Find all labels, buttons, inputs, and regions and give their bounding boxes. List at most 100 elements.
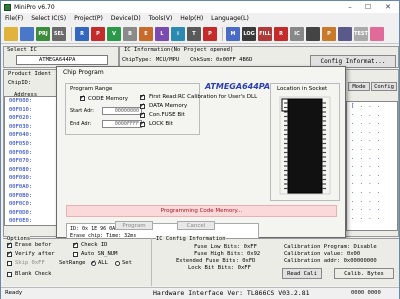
chip-type-value: MCU/MPU [156,57,180,63]
menu-select-ic[interactable]: Select IC(S) [31,15,66,22]
menu-file[interactable]: File(F) [5,15,23,22]
open-file-icon[interactable] [4,27,18,41]
select-chip-icon[interactable]: SEL [52,27,66,41]
auto-sn-checkbox[interactable] [73,252,78,257]
skip-ff-checkbox[interactable] [7,261,12,266]
p-icon-2[interactable]: P [322,27,336,41]
toolbar-separator [222,27,223,41]
save-file-icon[interactable] [20,27,34,41]
close-icon[interactable]: ✕ [377,1,399,13]
rc-calibration-checkbox[interactable] [140,93,145,100]
address-list[interactable]: 00F000: 00F010: 00F020: 00F030: 00F040: 00F05… [4,96,59,226]
address-row: 00F010: [9,106,33,113]
address-row: 00F0D0: [9,209,33,216]
menu-help[interactable]: Help(H) [180,15,203,22]
address-row: 00F000: [9,98,33,104]
status-left: Ready [5,290,23,296]
title-bar[interactable]: MiniPro v6.70 – ☐ ✕ [1,1,399,13]
read-cali-button[interactable]: Read Cali [282,268,322,279]
verify-after-checkbox[interactable] [7,250,12,257]
checksum-value: 0x00FF 4B6D [216,57,253,63]
lock-bit-checkbox[interactable] [140,120,145,127]
end-adr-field[interactable]: 0000FFFF [102,120,142,128]
address-row: 00F080: [9,166,33,173]
maximize-icon[interactable]: ☐ [359,1,377,13]
erase-before-checkbox[interactable] [7,241,12,248]
hex-row: . . . . [351,180,382,187]
edit-icon[interactable] [338,27,352,41]
log-icon[interactable]: LOG [242,27,256,41]
address-row: 00F060: [9,149,33,156]
menu-tools[interactable]: Tools(V) [149,15,173,22]
cake-icon[interactable] [370,27,384,41]
start-adr-field[interactable]: 00000000 [102,107,142,115]
calibration-program: Calibration Program: Disable [284,244,377,250]
hex-row: . . . . [351,163,382,170]
log-line: ID: 0x 1E 96 0A ....OK! [70,226,140,232]
test-btn-icon[interactable]: TEST [354,27,368,41]
check-id-checkbox[interactable] [73,241,78,248]
ic-info-panel: IC Information(No Project opened) ChipTy… [119,46,399,68]
menu-language[interactable]: Language(L) [211,15,249,22]
set-radio[interactable] [115,261,120,266]
hex-row: . . . . [351,171,382,178]
fuse-bit-label: Con.FUSE Bit [149,112,185,118]
address-row: 00F020: [9,115,33,122]
product-label: Product Ident [8,71,52,77]
hex-data-view[interactable]: [ . . .- . . .. . . .. . . .. . . .. . .… [346,101,398,231]
test-icon[interactable]: T [187,27,201,41]
ic-config-info-group: IC Config Information Fuse Low Bits: 0xF… [151,236,397,286]
hex-row: . . . . [351,197,382,204]
hex-row: . . . . [351,154,382,161]
fuse-bit-checkbox[interactable] [140,111,145,118]
auto-program-icon[interactable]: P [203,27,217,41]
select-ic-panel: Select IC ATMEGA644PA [3,46,119,68]
lock-bit-bits: Lock Bit Bits: 0xFF [188,265,251,271]
info-icon[interactable]: i [171,27,185,41]
config-button[interactable]: Config [371,82,397,91]
select-ic-label: Select IC [7,47,37,53]
address-row: 00F0B0: [9,192,33,199]
ic-info-heading: IC Information(No Project opened) [124,47,234,53]
erase-icon[interactable]: E [139,27,153,41]
fuse-low-bits: Fuse Low Bits: 0xFF [194,244,257,250]
address-row: 00F070: [9,158,33,165]
chip-icon[interactable] [306,27,320,41]
read-chip-icon[interactable]: R [75,27,89,41]
skip-ff-label: Skip 0xFF [15,260,45,266]
mode-button[interactable]: Mode [348,82,370,91]
minimize-icon[interactable]: – [341,1,359,13]
program-range-label: Program Range [70,86,113,92]
check-id-label: Check ID [81,242,108,248]
ic-test-icon[interactable]: IC [290,27,304,41]
hex-row: . . . . [351,120,382,127]
code-memory-label: CODE Memory [88,96,128,102]
all-radio[interactable] [91,259,96,266]
select-ic-combo[interactable]: ATMEGA644PA [16,55,108,65]
code-memory-checkbox[interactable] [80,94,85,101]
menu-project[interactable]: Project(P) [74,15,103,22]
program-status-text: Programming Code Memory... [160,208,243,214]
extended-fuse-bits: Extended Fuse Bits: 0xFD [176,258,256,264]
bottom-panel: Options Erase befor Verify after Skip 0x… [3,236,399,286]
mass-production-icon[interactable]: M [226,27,240,41]
main-window: MiniPro v6.70 – ☐ ✕ File(F) Select IC(S)… [0,0,400,299]
program-range-group: Program Range CODE Memory Start Adr: 000… [65,83,200,135]
red-r-icon[interactable]: R [274,27,288,41]
verify-icon[interactable]: V [107,27,121,41]
chip-name: ATMEGA644PA [205,82,271,91]
menu-device[interactable]: Device(D) [111,15,141,22]
data-memory-checkbox[interactable] [140,102,145,109]
program-icon[interactable]: P [91,27,105,41]
hex-row: . . . . [351,128,382,135]
blank-check-checkbox[interactable] [7,272,12,277]
cancel-button[interactable]: Cancel [177,221,215,230]
save-prj-icon[interactable]: PRJ [36,27,50,41]
blank-check-icon[interactable]: B [123,27,137,41]
checksum-label: ChkSum: [190,57,214,63]
hex-row: . . . . [351,188,382,195]
program-button[interactable]: Program [115,221,153,230]
set-radio-label: Set [122,260,132,266]
encryption-icon[interactable]: L [155,27,169,41]
fill-icon[interactable]: FILL [258,27,272,41]
